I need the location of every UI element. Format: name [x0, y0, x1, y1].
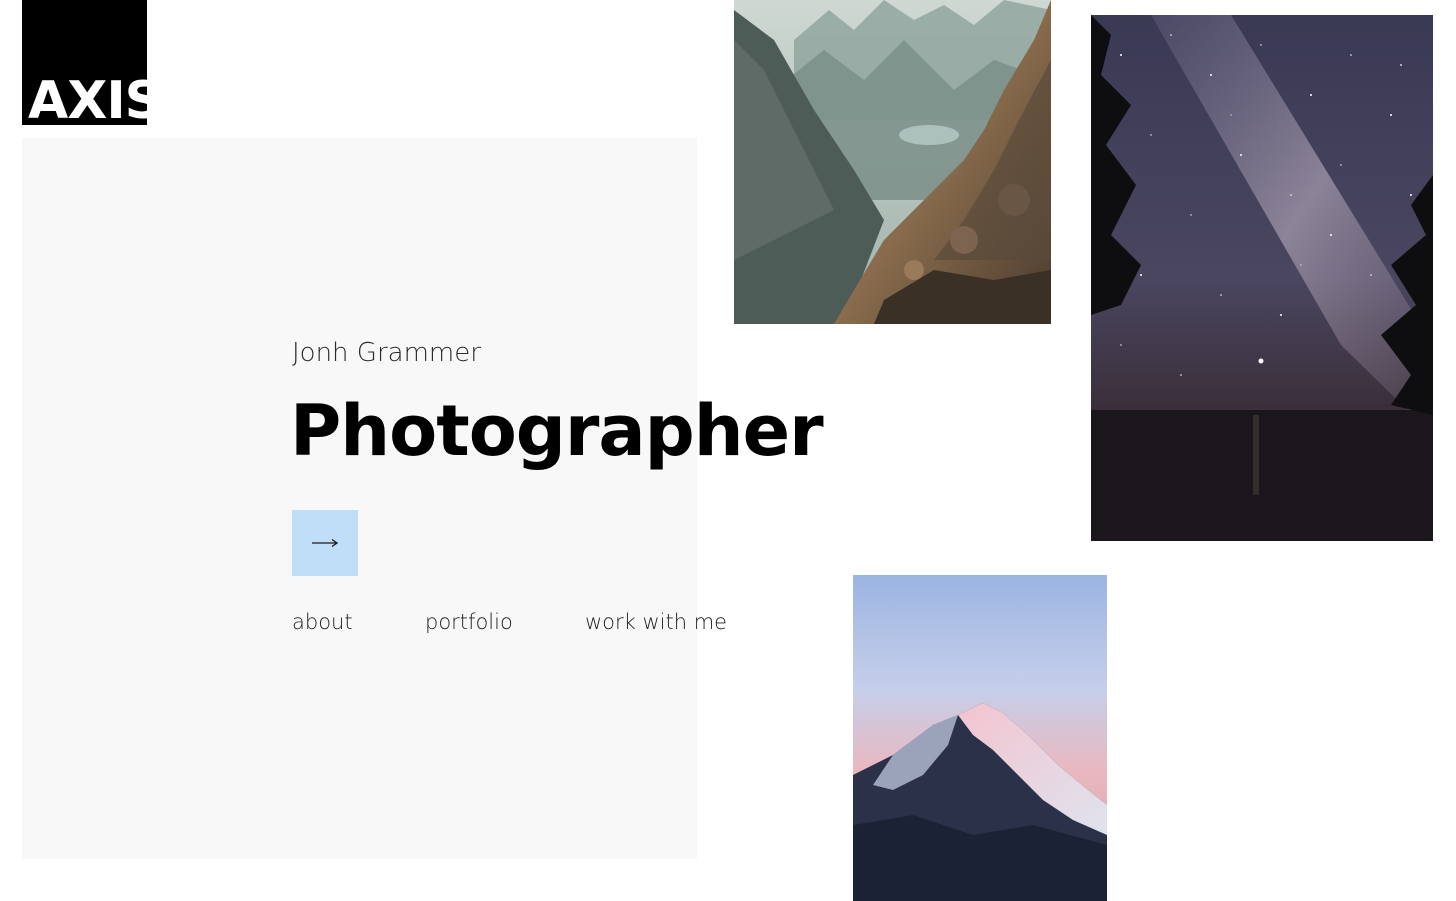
page: AXIS Jonh Grammer Photographer about por…	[0, 0, 1456, 901]
hero-panel	[22, 138, 697, 859]
logo[interactable]: AXIS	[22, 0, 147, 125]
photo-night-sky[interactable]	[1091, 15, 1433, 541]
snowy-peak-image	[853, 575, 1107, 901]
mountain-valley-image	[734, 0, 1051, 324]
page-title: Photographer	[290, 390, 824, 472]
night-sky-image	[1091, 15, 1433, 541]
logo-text: AXIS	[28, 71, 147, 125]
arrow-right-icon	[312, 538, 339, 548]
photographer-name: Jonh Grammer	[292, 338, 481, 368]
photo-snowy-peak[interactable]	[853, 575, 1107, 901]
photo-mountain-valley[interactable]	[734, 0, 1051, 324]
nav-link-work-with-me[interactable]: work with me	[585, 610, 727, 635]
next-button[interactable]	[292, 510, 358, 576]
nav-link-portfolio[interactable]: portfolio	[425, 610, 513, 635]
nav-link-about[interactable]: about	[292, 610, 353, 635]
